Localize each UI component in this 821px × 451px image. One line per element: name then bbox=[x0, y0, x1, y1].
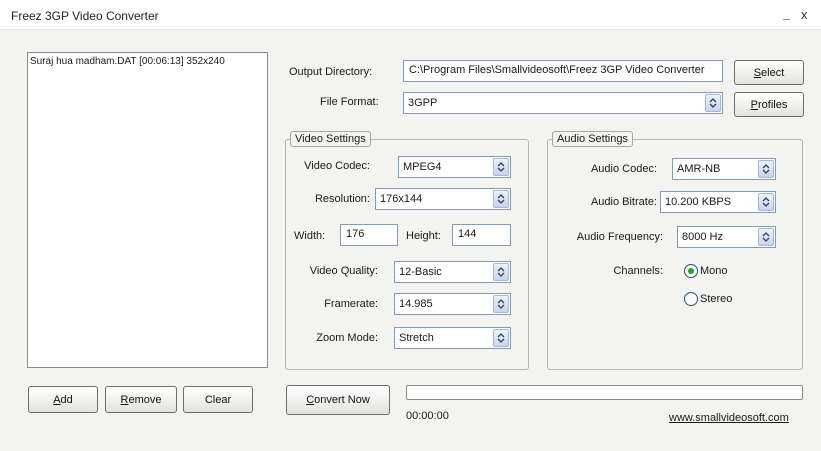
video-settings-title: Video Settings bbox=[290, 131, 371, 147]
audio-frequency-select[interactable]: 8000 Hz bbox=[677, 226, 776, 248]
video-quality-select[interactable]: 12-Basic bbox=[394, 261, 511, 283]
video-codec-select[interactable]: MPEG4 bbox=[398, 156, 511, 178]
list-item[interactable]: Suraj hua madham.DAT [00:06:13] 352x240 bbox=[30, 55, 266, 68]
up-down-arrows-icon[interactable] bbox=[493, 158, 509, 176]
mono-radio-label[interactable]: Mono bbox=[700, 265, 728, 277]
conversion-progress-bar bbox=[406, 385, 803, 400]
channels-label: Channels: bbox=[613, 265, 663, 277]
title-bar: Freez 3GP Video Converter _ x bbox=[0, 0, 821, 30]
stereo-radio-label[interactable]: Stereo bbox=[700, 293, 732, 305]
zoom-mode-select[interactable]: Stretch bbox=[394, 327, 511, 349]
minimize-button[interactable]: _ bbox=[783, 6, 790, 21]
app-window: Freez 3GP Video Converter _ x Suraj hua … bbox=[0, 0, 821, 451]
remove-button[interactable]: Remove bbox=[105, 386, 177, 413]
video-codec-label: Video Codec: bbox=[304, 160, 370, 172]
mono-radio[interactable] bbox=[684, 264, 698, 278]
height-label: Height: bbox=[406, 230, 441, 242]
add-button[interactable]: Add bbox=[28, 386, 98, 413]
up-down-arrows-icon[interactable] bbox=[758, 160, 774, 178]
up-down-arrows-icon[interactable] bbox=[493, 329, 509, 347]
audio-bitrate-label: Audio Bitrate: bbox=[590, 196, 657, 208]
up-down-arrows-icon[interactable] bbox=[493, 263, 509, 281]
up-down-arrows-icon[interactable] bbox=[493, 190, 509, 208]
audio-frequency-label: Audio Frequency: bbox=[576, 231, 663, 243]
convert-now-button[interactable]: Convert Now bbox=[286, 385, 390, 415]
width-field[interactable]: 176 bbox=[340, 224, 398, 246]
audio-codec-label: Audio Codec: bbox=[590, 163, 657, 175]
file-format-select[interactable]: 3GPP bbox=[403, 92, 723, 114]
file-list[interactable]: Suraj hua madham.DAT [00:06:13] 352x240 bbox=[27, 52, 268, 368]
stereo-radio[interactable] bbox=[684, 292, 698, 306]
zoom-mode-label: Zoom Mode: bbox=[316, 332, 378, 344]
up-down-arrows-icon[interactable] bbox=[705, 94, 721, 112]
select-button[interactable]: Select bbox=[734, 60, 804, 85]
up-down-arrows-icon[interactable] bbox=[758, 193, 774, 211]
audio-bitrate-select[interactable]: 10.200 KBPS bbox=[660, 191, 776, 213]
audio-settings-title: Audio Settings bbox=[552, 131, 633, 147]
up-down-arrows-icon[interactable] bbox=[758, 228, 774, 246]
clear-button[interactable]: Clear bbox=[183, 386, 253, 413]
framerate-select[interactable]: 14.985 bbox=[394, 293, 511, 315]
profiles-button[interactable]: Profiles bbox=[734, 92, 804, 117]
width-label: Width: bbox=[294, 230, 326, 242]
resolution-label: Resolution: bbox=[314, 193, 370, 205]
close-button[interactable]: x bbox=[801, 7, 808, 22]
video-quality-label: Video Quality: bbox=[309, 265, 378, 277]
output-directory-field[interactable]: C:\Program Files\Smallvideosoft\Freez 3G… bbox=[403, 60, 723, 82]
audio-codec-select[interactable]: AMR-NB bbox=[672, 158, 776, 180]
output-directory-label: Output Directory: bbox=[289, 66, 373, 78]
website-link[interactable]: www.smallvideosoft.com bbox=[669, 412, 789, 424]
up-down-arrows-icon[interactable] bbox=[493, 295, 509, 313]
framerate-label: Framerate: bbox=[324, 298, 378, 310]
elapsed-time: 00:00:00 bbox=[406, 410, 449, 422]
height-field[interactable]: 144 bbox=[452, 224, 511, 246]
resolution-select[interactable]: 176x144 bbox=[375, 188, 511, 210]
window-title: Freez 3GP Video Converter bbox=[11, 9, 159, 23]
file-format-value: 3GPP bbox=[408, 97, 438, 109]
file-format-label: File Format: bbox=[320, 96, 379, 108]
